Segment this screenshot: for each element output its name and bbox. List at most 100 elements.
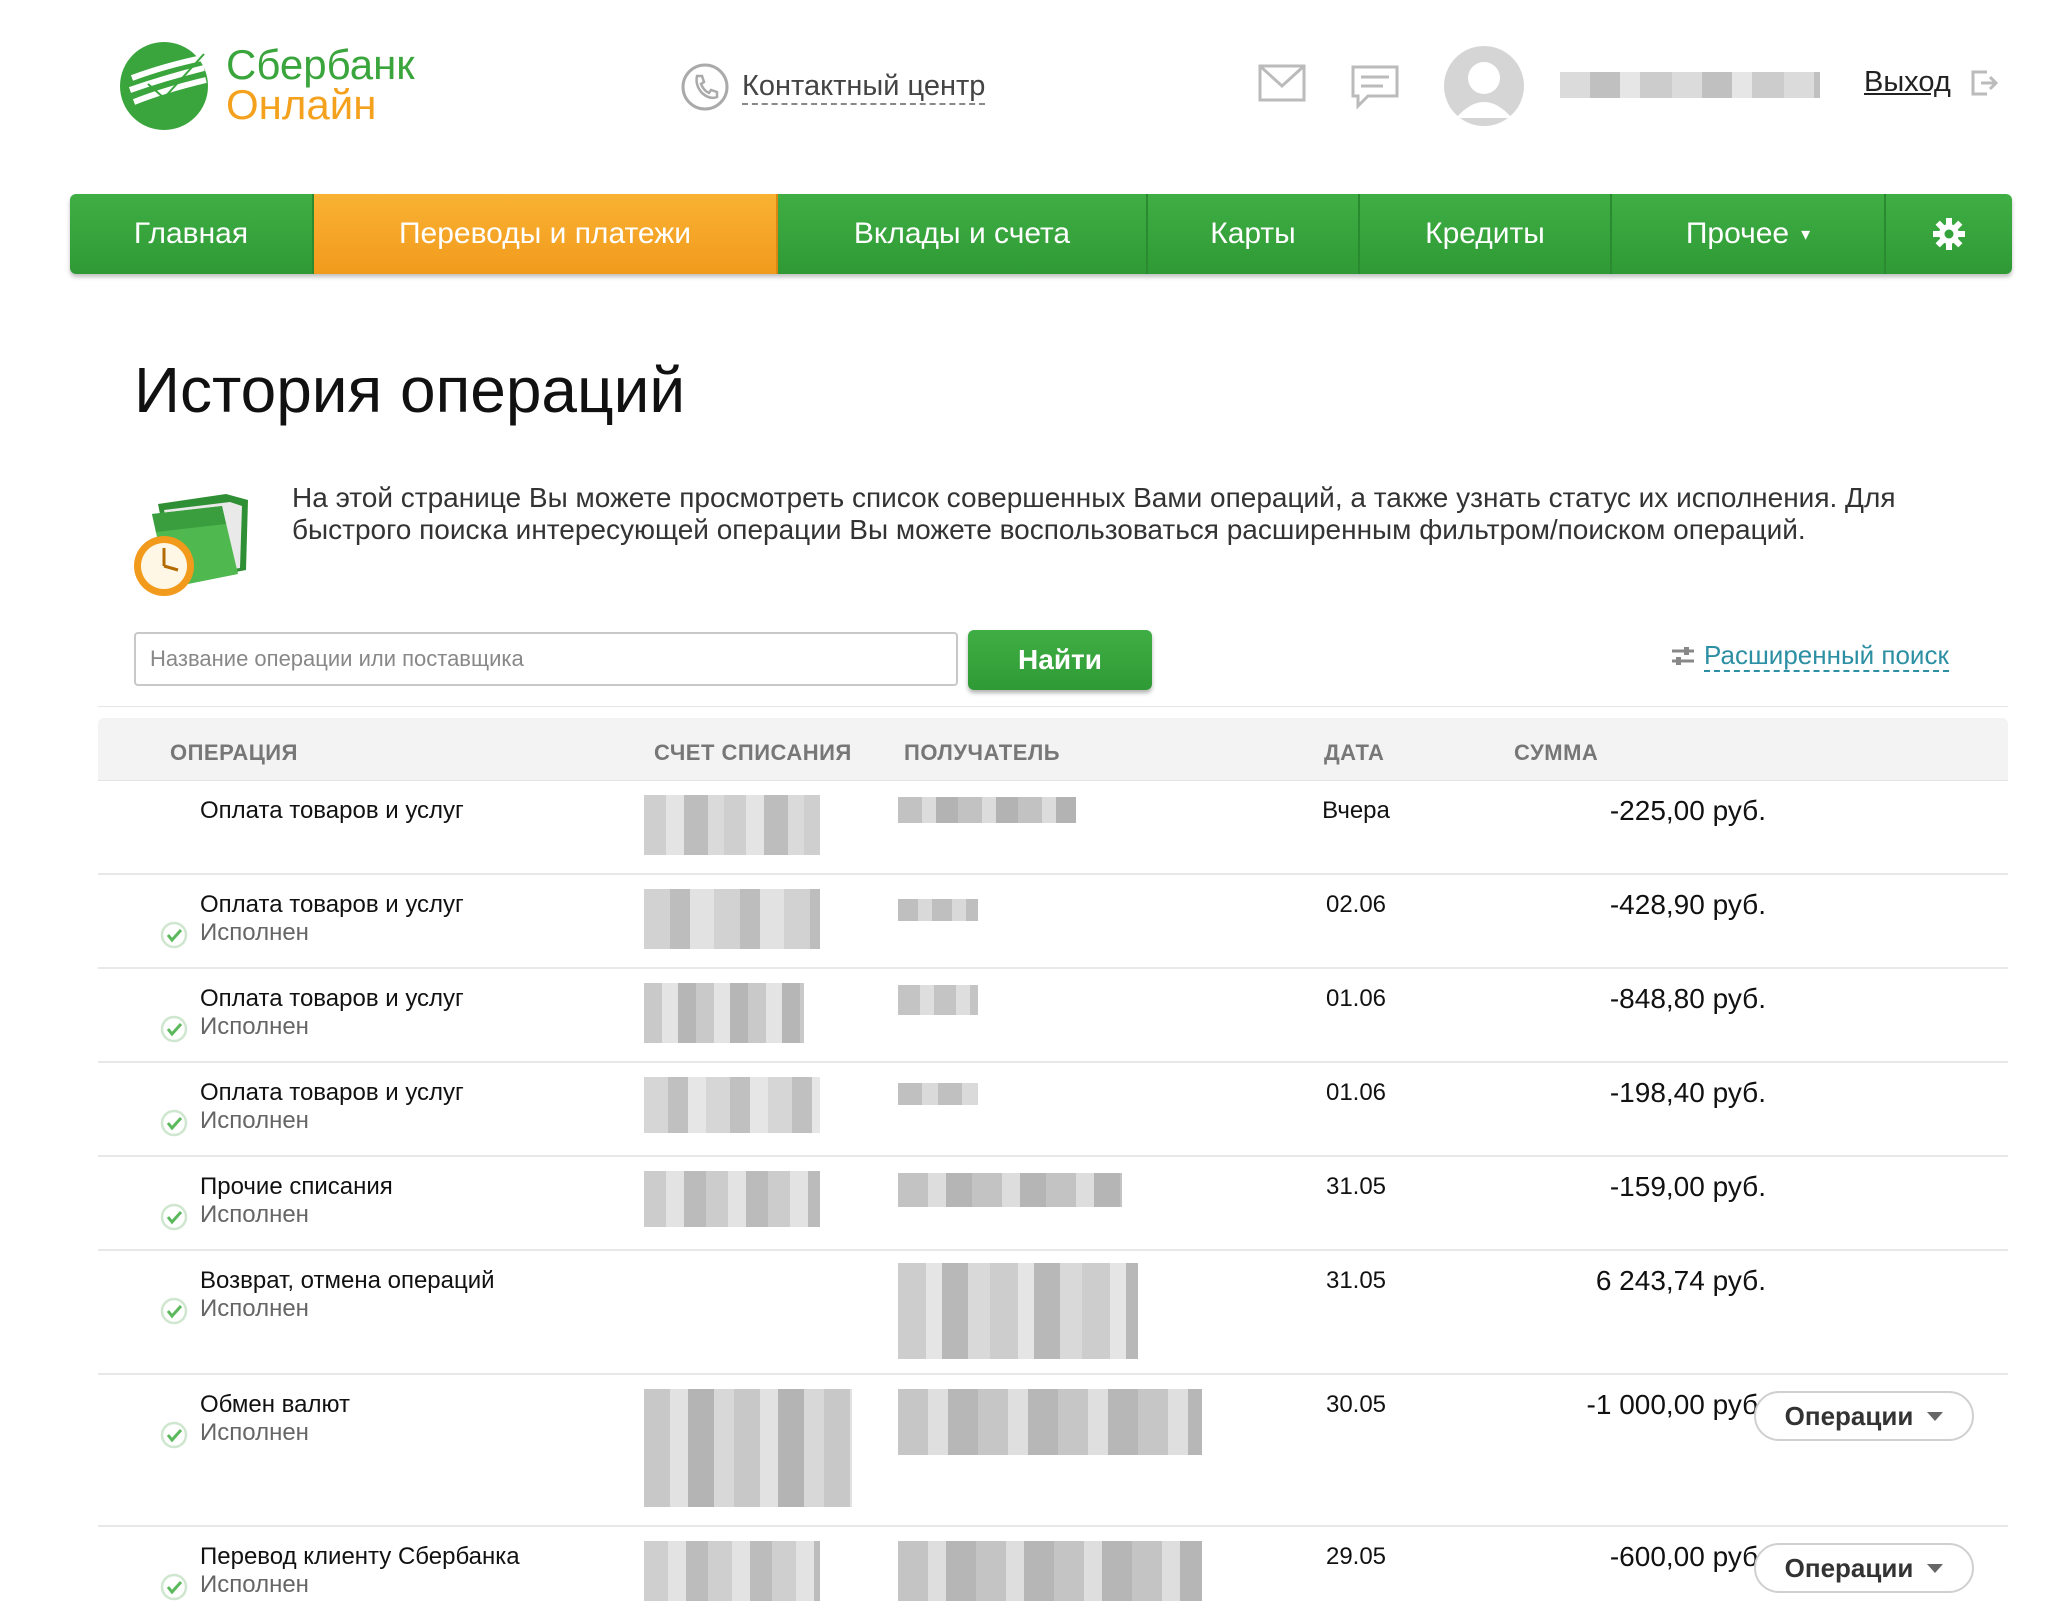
sberbank-logo-icon — [120, 42, 208, 130]
operation-sum: -225,00 руб. — [1609, 795, 1766, 826]
contact-center-link[interactable]: Контактный центр — [680, 62, 986, 112]
operations-dropdown-button[interactable]: Операции — [1754, 1543, 1974, 1593]
operation-name: Оплата товаров и услуг — [200, 1079, 464, 1106]
recipient-blurred — [898, 1083, 978, 1105]
check-circle-icon — [160, 1573, 188, 1601]
user-avatar[interactable] — [1442, 44, 1526, 128]
search-input[interactable] — [134, 632, 958, 686]
operation-sum: -600,00 руб. — [1609, 1541, 1766, 1572]
advanced-search-link[interactable]: Расширенный поиск — [1670, 640, 1949, 672]
sberbank-logo[interactable]: Сбербанк Онлайн — [118, 40, 538, 140]
logout-link[interactable]: Выход — [1864, 66, 1999, 99]
operation-date: Вчера — [1322, 797, 1390, 824]
recipient-blurred — [898, 1173, 1122, 1207]
operation-sum: -428,90 руб. — [1609, 889, 1766, 920]
mail-icon — [1258, 64, 1306, 102]
check-circle-icon — [160, 1421, 188, 1449]
operation-date: 01.06 — [1325, 1079, 1387, 1106]
operation-date: 31.05 — [1325, 1173, 1387, 1200]
recipient-blurred — [898, 985, 978, 1015]
nav-transfers[interactable]: Переводы и платежи — [314, 194, 778, 274]
check-circle-icon — [160, 1109, 188, 1137]
operations-dropdown-label: Операции — [1784, 1552, 1914, 1583]
account-blurred — [644, 1171, 820, 1227]
table-row[interactable]: Возврат, отмена операций Исполнен 31.05 … — [98, 1251, 2008, 1375]
search-button[interactable]: Найти — [968, 630, 1152, 690]
user-name-blurred — [1560, 72, 1820, 98]
page-title: История операций — [134, 354, 686, 426]
account-blurred — [644, 1541, 820, 1601]
operation-sum: -198,40 руб. — [1609, 1077, 1766, 1108]
recipient-blurred — [898, 1389, 1202, 1455]
recipient-blurred — [898, 899, 978, 921]
folder-clock-icon — [130, 484, 260, 607]
mail-button[interactable] — [1258, 64, 1306, 107]
operation-sum: -159,00 руб. — [1609, 1171, 1766, 1202]
check-circle-icon — [160, 1297, 188, 1325]
nav-cards[interactable]: Карты — [1148, 194, 1360, 274]
operations-dropdown-button[interactable]: Операции — [1754, 1391, 1974, 1441]
account-blurred — [644, 983, 804, 1043]
nav-other[interactable]: Прочее ▾ — [1612, 194, 1886, 274]
operation-name: Прочие списания — [200, 1173, 393, 1200]
operation-date: 02.06 — [1325, 891, 1387, 918]
gear-icon — [1933, 218, 1965, 250]
nav-settings[interactable] — [1886, 194, 2012, 274]
table-row[interactable]: Обмен валют Исполнен 30.05 -1 000,00 руб… — [98, 1375, 2008, 1527]
nav-credits-label: Кредиты — [1425, 217, 1545, 250]
operation-sum: 6 243,74 руб. — [1595, 1265, 1766, 1296]
chat-icon — [1351, 65, 1399, 110]
operation-name: Возврат, отмена операций — [200, 1267, 495, 1294]
advanced-search-label: Расширенный поиск — [1704, 640, 1949, 672]
operation-name: Оплата товаров и услуг — [200, 985, 464, 1012]
table-row[interactable]: Оплата товаров и услуг Исполнен 01.06 -8… — [98, 969, 2008, 1063]
filter-icon — [1672, 647, 1694, 665]
operation-name: Оплата товаров и услуг — [200, 891, 464, 918]
account-blurred — [644, 795, 820, 855]
header-operation: ОПЕРАЦИЯ — [170, 740, 298, 765]
check-circle-icon — [160, 1015, 188, 1043]
operation-date: 31.05 — [1325, 1267, 1387, 1294]
operations-dropdown-label: Операции — [1784, 1400, 1914, 1431]
nav-credits[interactable]: Кредиты — [1360, 194, 1612, 274]
operation-status: Исполнен — [200, 1107, 309, 1134]
nav-main-label: Главная — [133, 217, 249, 250]
logo-text-line2: Онлайн — [226, 81, 377, 128]
page-intro: На этой странице Вы можете просмотреть с… — [292, 482, 1896, 545]
operations-table: ОПЕРАЦИЯ СЧЕТ СПИСАНИЯ ПОЛУЧАТЕЛЬ ДАТА С… — [98, 718, 2008, 1619]
nav-deposits[interactable]: Вклады и счета — [778, 194, 1148, 274]
logout-icon — [1971, 70, 1998, 95]
nav-other-label: Прочее — [1685, 217, 1790, 250]
main-nav: Главная Переводы и платежи Вклады и счет… — [70, 194, 2012, 274]
phone-icon — [681, 63, 729, 111]
check-circle-icon — [160, 921, 188, 949]
operation-status: Исполнен — [200, 1013, 309, 1040]
header-recipient: ПОЛУЧАТЕЛЬ — [904, 740, 1061, 765]
table-row[interactable]: Оплата товаров и услуг Вчера -225,00 руб… — [98, 781, 2008, 875]
nav-main[interactable]: Главная — [70, 194, 314, 274]
table-row[interactable]: Перевод клиенту Сбербанка Исполнен 29.05… — [98, 1527, 2008, 1619]
chat-button[interactable] — [1350, 64, 1400, 115]
chevron-down-icon — [1927, 1411, 1944, 1421]
table-row[interactable]: Оплата товаров и услуг Исполнен 01.06 -1… — [98, 1063, 2008, 1157]
recipient-blurred — [898, 1541, 1202, 1601]
operation-status: Исполнен — [200, 1201, 309, 1228]
chevron-down-icon — [1927, 1563, 1944, 1573]
operation-name: Перевод клиенту Сбербанка — [200, 1543, 520, 1570]
contact-center-label: Контактный центр — [742, 69, 986, 105]
nav-deposits-label: Вклады и счета — [853, 217, 1071, 250]
recipient-blurred — [898, 1263, 1138, 1359]
operation-sum: -1 000,00 руб. — [1586, 1389, 1766, 1420]
check-circle-icon — [160, 1203, 188, 1231]
avatar-icon — [1444, 46, 1524, 126]
operation-date: 29.05 — [1325, 1543, 1387, 1570]
table-row[interactable]: Прочие списания Исполнен 31.05 -159,00 р… — [98, 1157, 2008, 1251]
operation-date: 01.06 — [1325, 985, 1387, 1012]
operation-date: 30.05 — [1325, 1391, 1387, 1418]
operation-sum: -848,80 руб. — [1609, 983, 1766, 1014]
logout-label: Выход — [1864, 66, 1951, 98]
account-blurred — [644, 1389, 852, 1507]
nav-cards-label: Карты — [1210, 217, 1296, 250]
table-row[interactable]: Оплата товаров и услуг Исполнен 02.06 -4… — [98, 875, 2008, 969]
operation-status: Исполнен — [200, 919, 309, 946]
